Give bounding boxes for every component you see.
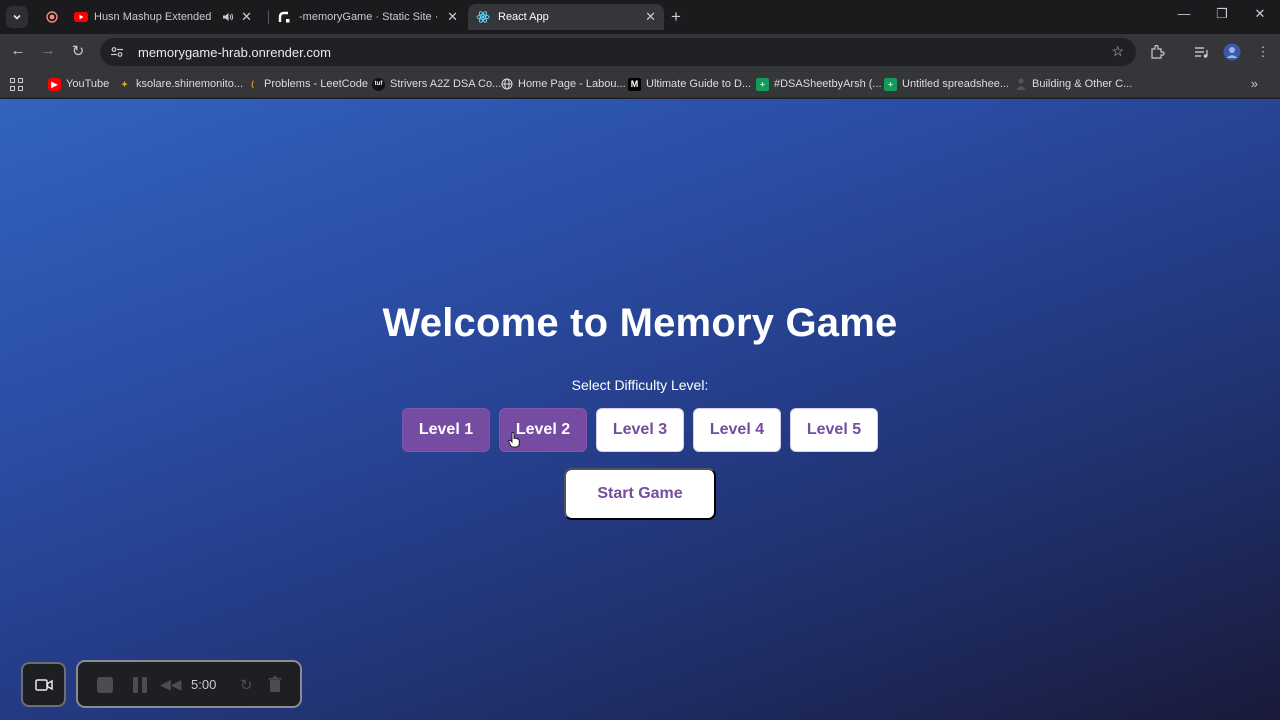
tab-react-app[interactable]: React App ✕	[468, 4, 664, 30]
start-game-button[interactable]: Start Game	[564, 468, 716, 520]
camera-toggle-button[interactable]	[21, 662, 66, 707]
medium-icon: M	[628, 77, 641, 91]
recording-icon	[46, 11, 58, 23]
bookmark-label: Strivers A2Z DSA Co...	[390, 78, 502, 90]
restore-icon[interactable]: ❐	[1212, 6, 1232, 22]
difficulty-level-group: Level 1 Level 2 Level 3 Level 4 Level 5	[402, 408, 878, 452]
bookmark-building[interactable]: Building & Other C...	[1014, 76, 1132, 92]
bookmark-label: Untitled spreadshee...	[902, 78, 1010, 90]
rewind-icon[interactable]: ◀◀	[160, 676, 182, 693]
tab-title: React App	[498, 11, 549, 23]
tab-strip: Husn Mashup Extended | A ✕ -memoryGame ·…	[0, 0, 1280, 34]
chevron-down-icon	[13, 14, 21, 20]
url-text[interactable]: memorygame-hrab.onrender.com	[138, 45, 331, 60]
menu-kebab-icon[interactable]: ⋮	[1254, 43, 1272, 61]
bookmark-label: YouTube	[66, 78, 110, 90]
tab-title: -memoryGame · Static Site · R	[299, 11, 439, 23]
profile-avatar-icon[interactable]	[1223, 43, 1241, 61]
extensions-icon[interactable]	[1148, 43, 1166, 61]
bookmark-label: ksolare.shinemonito...	[136, 78, 243, 90]
person-icon	[1014, 78, 1027, 91]
bookmark-leetcode[interactable]: ⟨ Problems - LeetCode	[246, 76, 368, 92]
new-tab-icon[interactable]: +	[671, 7, 681, 27]
stop-recording-icon[interactable]	[97, 677, 113, 693]
tab-search-button[interactable]	[6, 6, 28, 28]
react-logo-icon	[476, 11, 490, 23]
media-controls-icon[interactable]	[1192, 43, 1210, 61]
bookmark-ksolare[interactable]: ✦ ksolare.shinemonito...	[118, 76, 243, 92]
restart-icon[interactable]: ↻	[240, 676, 253, 694]
sheets-icon: +	[884, 77, 897, 91]
back-icon[interactable]: ←	[8, 42, 28, 59]
bookmark-label: Home Page - Labou...	[518, 78, 626, 90]
page-title: Welcome to Memory Game	[382, 301, 898, 345]
bookmark-label: #DSASheetbyArsh (...	[774, 78, 882, 90]
trash-icon[interactable]	[268, 676, 282, 693]
bookmark-dsa-sheet[interactable]: + #DSASheetbyArsh (...	[756, 76, 882, 92]
bookmark-home-page[interactable]: Home Page - Labou...	[500, 76, 626, 92]
tab-title: Husn Mashup Extended | A	[94, 11, 214, 23]
pause-icon[interactable]	[133, 677, 147, 693]
sheets-icon: +	[756, 77, 769, 91]
more-bookmarks-icon[interactable]: »	[1251, 76, 1258, 91]
bookmarks-bar: ▶ YouTube ✦ ksolare.shinemonito... ⟨ Pro…	[0, 70, 1280, 98]
apps-grid-icon[interactable]	[10, 78, 23, 91]
close-tab-icon[interactable]: ✕	[645, 9, 656, 25]
leetcode-icon: ⟨	[250, 79, 255, 89]
render-logo-icon	[278, 11, 290, 22]
minimize-icon[interactable]: —	[1174, 6, 1194, 21]
bookmark-star-icon[interactable]: ☆	[1111, 43, 1124, 60]
reload-icon[interactable]: ↻	[68, 42, 88, 60]
browser-toolbar: ← → ↻ memorygame-hrab.onrender.com ☆ ⋮	[0, 34, 1280, 70]
bookmark-label: Problems - LeetCode	[264, 78, 368, 90]
bookmark-label: Building & Other C...	[1032, 78, 1133, 90]
difficulty-label: Select Difficulty Level:	[571, 377, 709, 393]
tab-render-dashboard[interactable]: -memoryGame · Static Site · R ✕	[270, 4, 466, 30]
site-info-icon[interactable]	[110, 45, 124, 59]
speaker-icon[interactable]	[222, 11, 234, 23]
level-5-button[interactable]: Level 5	[790, 408, 878, 452]
forward-icon[interactable]: →	[38, 42, 58, 59]
bookmark-ultimate-guide[interactable]: M Ultimate Guide to D...	[628, 76, 751, 92]
youtube-icon: ▶	[48, 77, 61, 91]
tuf-icon: tuf	[372, 77, 385, 91]
bookmark-strivers[interactable]: tuf Strivers A2Z DSA Co...	[372, 76, 501, 92]
close-tab-icon[interactable]: ✕	[241, 9, 252, 25]
memory-game-page: Welcome to Memory Game Select Difficulty…	[0, 99, 1280, 720]
globe-icon	[500, 78, 513, 91]
recording-controls: ◀◀ 5:00 ↻	[76, 660, 302, 708]
close-window-icon[interactable]: ✕	[1250, 6, 1270, 22]
close-tab-icon[interactable]: ✕	[447, 9, 458, 25]
address-bar[interactable]: memorygame-hrab.onrender.com ☆	[100, 38, 1136, 66]
tab-divider	[268, 10, 269, 24]
youtube-icon	[74, 12, 88, 22]
spark-icon: ✦	[121, 79, 128, 89]
recording-timer: 5:00	[191, 677, 217, 692]
bookmark-untitled-spreadsheet[interactable]: + Untitled spreadshee...	[884, 76, 1009, 92]
tab-husn-mashup[interactable]: Husn Mashup Extended | A ✕	[38, 4, 260, 30]
level-1-button[interactable]: Level 1	[402, 408, 490, 452]
hand-cursor-icon	[508, 432, 520, 448]
level-4-button[interactable]: Level 4	[693, 408, 781, 452]
bookmark-youtube[interactable]: ▶ YouTube	[48, 76, 109, 92]
bookmark-label: Ultimate Guide to D...	[646, 78, 752, 90]
level-3-button[interactable]: Level 3	[596, 408, 684, 452]
video-camera-icon	[34, 678, 53, 691]
